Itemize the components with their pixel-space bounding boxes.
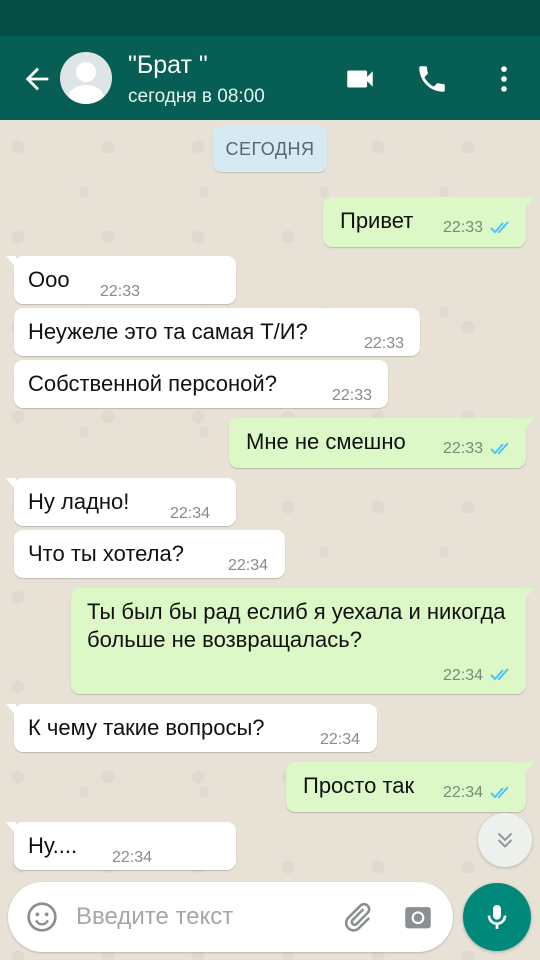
- message-time: 22:34: [320, 731, 361, 748]
- message-time: 22:34: [228, 557, 269, 574]
- double-check-icon: [490, 786, 509, 799]
- message-time: 22:33: [443, 440, 484, 457]
- avatar[interactable]: [60, 52, 112, 104]
- message-time: 22:34: [112, 849, 153, 866]
- avatar-icon: [68, 62, 104, 104]
- message-outgoing[interactable]: Мне не смешно 22:33: [229, 418, 534, 468]
- double-check-icon: [490, 221, 509, 234]
- bubble-tail: [524, 762, 534, 774]
- message-time: 22:34: [443, 784, 484, 801]
- message-text: Ну....: [28, 833, 78, 858]
- message-time: 22:34: [443, 667, 484, 684]
- message-text: Привет: [340, 208, 414, 233]
- message-time: 22:34: [170, 505, 211, 522]
- message-text: Что ты хотела?: [28, 541, 184, 566]
- bubble-tail: [6, 478, 16, 490]
- message-time: 22:33: [443, 219, 484, 236]
- date-divider: СЕГОДНЯ: [213, 126, 327, 172]
- message-text: Неужеле это та самая Т/И?: [28, 319, 308, 344]
- message-text: Собственной персоной?: [28, 371, 277, 396]
- scroll-to-bottom-button[interactable]: [478, 813, 532, 867]
- status-bar: [0, 0, 540, 36]
- contact-name[interactable]: "Брат ": [128, 50, 208, 80]
- message-text: Мне не смешно: [246, 429, 406, 454]
- message-text: Ну ладно!: [28, 489, 130, 514]
- attach-icon[interactable]: [340, 900, 374, 934]
- message-incoming[interactable]: Ну ладно! 22:34: [6, 478, 236, 526]
- message-text: К чему такие вопросы?: [28, 715, 265, 740]
- message-composer[interactable]: Введите текст: [8, 882, 453, 952]
- message-input[interactable]: Введите текст: [76, 903, 233, 931]
- voice-message-button[interactable]: [463, 883, 531, 951]
- message-incoming[interactable]: Неужеле это та самая Т/И? 22:33: [14, 308, 420, 356]
- message-incoming[interactable]: Собственной персоной? 22:33: [14, 360, 388, 408]
- message-text: Ты был бы рад еслиб я уехала и никогда б…: [87, 599, 506, 652]
- message-text: Просто так: [303, 773, 415, 798]
- message-incoming[interactable]: Ооо 22:33: [6, 256, 236, 304]
- message-text: Ооо: [28, 267, 70, 292]
- message-incoming[interactable]: Что ты хотела? 22:34: [14, 530, 285, 578]
- message-incoming[interactable]: Ну.... 22:34: [6, 822, 236, 870]
- more-vert-icon[interactable]: [487, 62, 521, 96]
- chevron-double-down-icon: [497, 832, 513, 848]
- mic-icon: [487, 905, 507, 929]
- double-check-icon: [490, 442, 509, 455]
- back-arrow-icon[interactable]: [20, 62, 54, 96]
- video-call-icon[interactable]: [343, 62, 377, 96]
- bubble-tail: [524, 197, 534, 209]
- last-seen: сегодня в 08:00: [128, 86, 265, 107]
- bubble-tail: [524, 418, 534, 430]
- message-list[interactable]: СЕГОДНЯ Привет 22:33 Ооо 22:33 Неужеле э…: [0, 120, 540, 960]
- message-time: 22:33: [332, 387, 373, 404]
- message-time: 22:33: [364, 335, 405, 352]
- chat-header: "Брат " сегодня в 08:00: [0, 36, 540, 120]
- bubble-tail: [6, 704, 16, 716]
- message-incoming[interactable]: К чему такие вопросы? 22:34: [6, 704, 377, 752]
- emoji-icon[interactable]: [26, 901, 58, 933]
- message-outgoing[interactable]: Ты был бы рад еслиб я уехала и никогда б…: [71, 588, 534, 694]
- message-outgoing[interactable]: Просто так 22:34: [286, 762, 534, 812]
- bubble-tail: [6, 822, 16, 834]
- message-outgoing[interactable]: Привет 22:33: [323, 197, 534, 247]
- message-time: 22:33: [100, 283, 141, 300]
- phone-icon[interactable]: [415, 62, 449, 96]
- bubble-tail: [6, 256, 16, 268]
- camera-icon[interactable]: [401, 900, 435, 934]
- double-check-icon: [490, 668, 509, 681]
